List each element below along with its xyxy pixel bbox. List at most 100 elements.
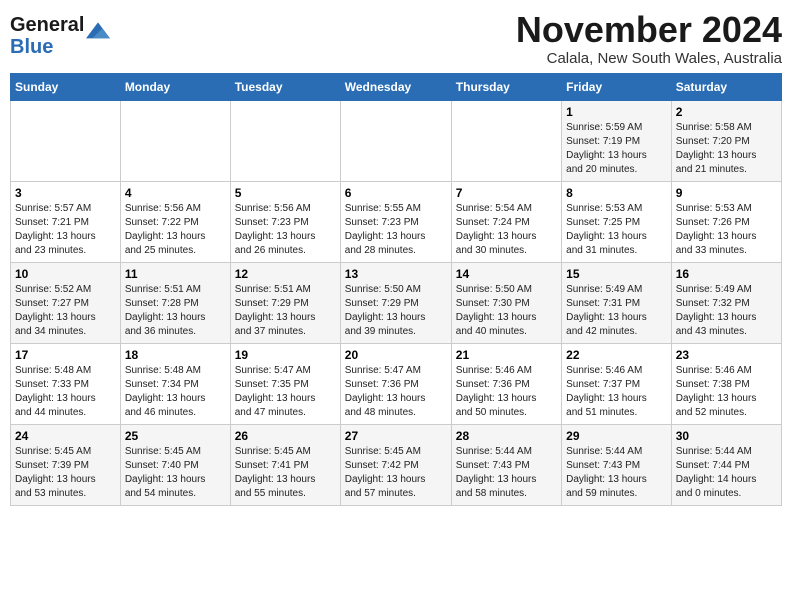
day-cell: 16Sunrise: 5:49 AM Sunset: 7:32 PM Dayli… (671, 262, 781, 343)
day-info: Sunrise: 5:48 AM Sunset: 7:33 PM Dayligh… (15, 364, 116, 420)
day-cell: 13 Sunrise: 5:50 AM Sunset: 7:29 PM Dayli… (340, 262, 451, 343)
day-cell: 27 Sunrise: 5:45 AM Sunset: 7:42 PM Dayli… (340, 424, 451, 505)
day-cell: 11 Sunrise: 5:51 AM Sunset: 7:28 PM Dayli… (120, 262, 230, 343)
day-cell (120, 100, 230, 181)
day-info: Sunrise: 5:44 AM Sunset: 7:44 PM Dayligh… (676, 445, 777, 501)
day-cell: 21 Sunrise: 5:46 AM Sunset: 7:36 PM Dayli… (451, 343, 561, 424)
day-cell: 1 Sunrise: 5:59 AM Sunset: 7:19 PM Daylig… (562, 100, 672, 181)
day-info: Sunrise: 5:46 AM Sunset: 7:36 PM Dayligh… (456, 364, 557, 420)
day-info: Sunrise: 5:50 AM Sunset: 7:29 PM Dayligh… (345, 283, 447, 339)
title-area: November 2024 Calala, New South Wales, A… (516, 10, 782, 67)
day-number: 28 (456, 429, 557, 443)
day-number: 5 (235, 186, 336, 200)
day-cell: 5 Sunrise: 5:56 AM Sunset: 7:23 PM Daylig… (230, 181, 340, 262)
day-info: Sunrise: 5:56 AM Sunset: 7:23 PM Dayligh… (235, 202, 336, 258)
day-number: 30 (676, 429, 777, 443)
day-number: 15 (566, 267, 667, 281)
day-info: Sunrise: 5:57 AM Sunset: 7:21 PM Dayligh… (15, 202, 116, 258)
day-cell (230, 100, 340, 181)
calendar-header-row: SundayMondayTuesdayWednesdayThursdayFrid… (11, 73, 782, 100)
day-number: 1 (566, 105, 667, 119)
day-cell: 15 Sunrise: 5:49 AM Sunset: 7:31 PM Dayli… (562, 262, 672, 343)
day-cell: 24 Sunrise: 5:45 AM Sunset: 7:39 PM Dayli… (11, 424, 121, 505)
day-info: Sunrise: 5:54 AM Sunset: 7:24 PM Dayligh… (456, 202, 557, 258)
day-number: 10 (15, 267, 116, 281)
day-number: 21 (456, 348, 557, 362)
day-number: 20 (345, 348, 447, 362)
day-cell: 25Sunrise: 5:45 AM Sunset: 7:40 PM Dayli… (120, 424, 230, 505)
day-number: 14 (456, 267, 557, 281)
day-info: Sunrise: 5:47 AM Sunset: 7:35 PM Dayligh… (235, 364, 336, 420)
header-cell-sunday: Sunday (11, 73, 121, 100)
day-number: 3 (15, 186, 116, 200)
week-row-3: 10 Sunrise: 5:52 AM Sunset: 7:27 PM Dayli… (11, 262, 782, 343)
day-info: Sunrise: 5:45 AM Sunset: 7:39 PM Dayligh… (15, 445, 116, 501)
day-cell: 7 Sunrise: 5:54 AM Sunset: 7:24 PM Daylig… (451, 181, 561, 262)
day-info: Sunrise: 5:51 AM Sunset: 7:29 PM Dayligh… (235, 283, 336, 339)
header-cell-monday: Monday (120, 73, 230, 100)
day-cell: 9Sunrise: 5:53 AM Sunset: 7:26 PM Daylig… (671, 181, 781, 262)
header-cell-friday: Friday (562, 73, 672, 100)
day-cell: 23 Sunrise: 5:46 AM Sunset: 7:38 PM Dayli… (671, 343, 781, 424)
header-cell-saturday: Saturday (671, 73, 781, 100)
subtitle: Calala, New South Wales, Australia (516, 50, 782, 67)
day-info: Sunrise: 5:49 AM Sunset: 7:31 PM Dayligh… (566, 283, 667, 339)
logo-text: GeneralBlue (10, 14, 84, 58)
logo-icon (86, 22, 110, 42)
day-cell: 10 Sunrise: 5:52 AM Sunset: 7:27 PM Dayli… (11, 262, 121, 343)
day-info: Sunrise: 5:44 AM Sunset: 7:43 PM Dayligh… (566, 445, 667, 501)
day-info: Sunrise: 5:52 AM Sunset: 7:27 PM Dayligh… (15, 283, 116, 339)
header-cell-tuesday: Tuesday (230, 73, 340, 100)
calendar-table: SundayMondayTuesdayWednesdayThursdayFrid… (10, 73, 782, 506)
logo: GeneralBlue (10, 14, 110, 58)
day-info: Sunrise: 5:50 AM Sunset: 7:30 PM Dayligh… (456, 283, 557, 339)
day-info: Sunrise: 5:45 AM Sunset: 7:42 PM Dayligh… (345, 445, 447, 501)
day-info: Sunrise: 5:45 AM Sunset: 7:41 PM Dayligh… (235, 445, 336, 501)
day-info: Sunrise: 5:48 AM Sunset: 7:34 PM Dayligh… (125, 364, 226, 420)
day-number: 7 (456, 186, 557, 200)
day-number: 13 (345, 267, 447, 281)
day-number: 4 (125, 186, 226, 200)
day-info: Sunrise: 5:59 AM Sunset: 7:19 PM Dayligh… (566, 121, 667, 177)
day-number: 19 (235, 348, 336, 362)
day-cell: 12 Sunrise: 5:51 AM Sunset: 7:29 PM Dayli… (230, 262, 340, 343)
day-info: Sunrise: 5:56 AM Sunset: 7:22 PM Dayligh… (125, 202, 226, 258)
day-number: 29 (566, 429, 667, 443)
header-cell-thursday: Thursday (451, 73, 561, 100)
day-cell: 18 Sunrise: 5:48 AM Sunset: 7:34 PM Dayli… (120, 343, 230, 424)
day-cell (340, 100, 451, 181)
day-number: 9 (676, 186, 777, 200)
day-number: 26 (235, 429, 336, 443)
day-number: 23 (676, 348, 777, 362)
day-info: Sunrise: 5:53 AM Sunset: 7:25 PM Dayligh… (566, 202, 667, 258)
day-cell: 3 Sunrise: 5:57 AM Sunset: 7:21 PM Daylig… (11, 181, 121, 262)
day-cell (451, 100, 561, 181)
day-number: 27 (345, 429, 447, 443)
week-row-1: 1 Sunrise: 5:59 AM Sunset: 7:19 PM Daylig… (11, 100, 782, 181)
week-row-4: 17Sunrise: 5:48 AM Sunset: 7:33 PM Dayli… (11, 343, 782, 424)
day-cell: 14 Sunrise: 5:50 AM Sunset: 7:30 PM Dayli… (451, 262, 561, 343)
day-number: 18 (125, 348, 226, 362)
day-cell: 2Sunrise: 5:58 AM Sunset: 7:20 PM Daylig… (671, 100, 781, 181)
day-cell: 19 Sunrise: 5:47 AM Sunset: 7:35 PM Dayli… (230, 343, 340, 424)
day-number: 11 (125, 267, 226, 281)
day-info: Sunrise: 5:46 AM Sunset: 7:38 PM Dayligh… (676, 364, 777, 420)
day-number: 16 (676, 267, 777, 281)
day-number: 24 (15, 429, 116, 443)
day-info: Sunrise: 5:51 AM Sunset: 7:28 PM Dayligh… (125, 283, 226, 339)
day-number: 6 (345, 186, 447, 200)
day-number: 8 (566, 186, 667, 200)
day-cell: 20Sunrise: 5:47 AM Sunset: 7:36 PM Dayli… (340, 343, 451, 424)
day-number: 22 (566, 348, 667, 362)
day-number: 2 (676, 105, 777, 119)
day-cell: 6Sunrise: 5:55 AM Sunset: 7:23 PM Daylig… (340, 181, 451, 262)
day-cell: 22Sunrise: 5:46 AM Sunset: 7:37 PM Dayli… (562, 343, 672, 424)
header-cell-wednesday: Wednesday (340, 73, 451, 100)
day-cell: 30 Sunrise: 5:44 AM Sunset: 7:44 PM Dayli… (671, 424, 781, 505)
header: GeneralBlue November 2024 Calala, New So… (10, 10, 782, 67)
day-cell: 8 Sunrise: 5:53 AM Sunset: 7:25 PM Daylig… (562, 181, 672, 262)
day-cell: 28Sunrise: 5:44 AM Sunset: 7:43 PM Dayli… (451, 424, 561, 505)
day-cell (11, 100, 121, 181)
day-number: 12 (235, 267, 336, 281)
day-cell: 29 Sunrise: 5:44 AM Sunset: 7:43 PM Dayli… (562, 424, 672, 505)
